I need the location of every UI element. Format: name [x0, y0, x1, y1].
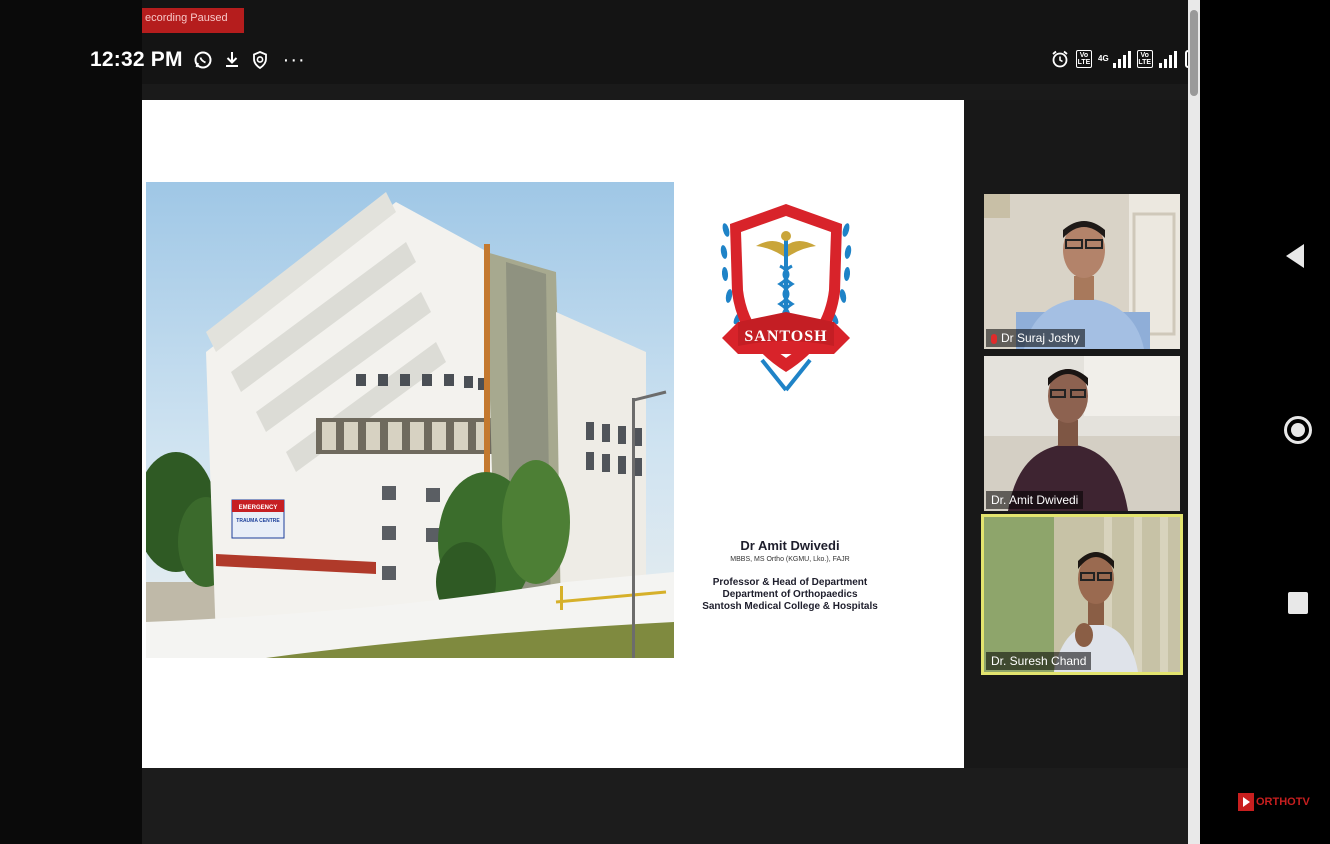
participant-name: Dr. Suresh Chand [991, 654, 1087, 668]
signal-icon [1158, 50, 1177, 68]
participant-name: Dr. Amit Dwivedi [991, 493, 1079, 507]
status-time: 12:32 PM [90, 48, 183, 71]
volte-bottom-text: LTE [1077, 59, 1091, 66]
volte-top-text: Vo [1079, 52, 1089, 59]
hospital-building-image: EMERGENCY TRAUMA CENTRE [146, 182, 674, 658]
signal-4g-icon [1112, 50, 1131, 68]
speaker-qualifications: MBBS, MS Ortho (KGMU, Lko.), FAJR [730, 556, 850, 563]
participant-tile[interactable]: Dr Suraj Joshy [984, 194, 1180, 349]
participant-tiles: Dr Suraj Joshy Dr. Amit Dwivedi Dr. Sure… [964, 100, 1190, 768]
mic-muted-icon [991, 333, 997, 344]
participant-name: Dr Suraj Joshy [1001, 331, 1080, 345]
volte-top-text: Vo [1140, 52, 1149, 59]
whatsapp-icon [193, 50, 213, 70]
volte-bottom-text: LTE [1138, 59, 1152, 66]
emergency-banner-line1: EMERGENCY [239, 505, 278, 511]
participant-name-label: Dr Suraj Joshy [986, 329, 1085, 347]
meeting-top-strip [142, 84, 1190, 100]
volte-icon: Vo LTE [1076, 50, 1092, 68]
speaker-department: Department of Orthopaedics [722, 589, 858, 600]
speaker-credits: Dr Amit Dwivedi MBBS, MS Ortho (KGMU, Lk… [690, 538, 890, 612]
shared-slide: EMERGENCY TRAUMA CENTRE SANTOSH Dr Amit … [142, 100, 964, 768]
download-icon [223, 50, 241, 70]
screen: ecording Paused 12:32 PM ··· Vo LTE 4G V… [0, 0, 1330, 844]
android-nav-bar [1200, 0, 1330, 844]
scrollbar-thumb[interactable] [1190, 10, 1198, 96]
scrollbar-track[interactable] [1188, 0, 1200, 844]
back-icon[interactable] [1286, 244, 1304, 268]
santosh-logo: SANTOSH [716, 200, 856, 400]
recording-paused-badge[interactable]: ecording Paused [142, 8, 244, 33]
volte-icon: Vo LTE [1136, 50, 1153, 68]
speaker-institution: Santosh Medical College & Hospitals [702, 601, 878, 612]
emergency-banner-line2: TRAUMA CENTRE [236, 518, 280, 524]
home-icon[interactable] [1284, 416, 1312, 444]
shield-icon [251, 50, 269, 70]
network-tag: 4G [1098, 54, 1109, 63]
speaker-name: Dr Amit Dwivedi [740, 538, 840, 553]
participant-tile-active-speaker[interactable]: Dr. Suresh Chand [981, 514, 1183, 675]
logo-text: SANTOSH [744, 328, 827, 345]
status-bar-left: 12:32 PM ··· [90, 42, 306, 78]
meeting-bottom-strip [142, 768, 1190, 844]
speaker-title: Professor & Head of Department [712, 577, 868, 588]
watermark-text: ORTHOTV [1256, 796, 1310, 808]
play-logo-icon [1238, 793, 1254, 811]
orthotv-watermark: ORTHOTV [1238, 793, 1310, 811]
alarm-icon [1050, 49, 1070, 69]
meeting-view: ecording Paused 12:32 PM ··· Vo LTE 4G V… [0, 0, 1210, 844]
more-dots-icon: ··· [282, 48, 306, 71]
status-bar-right: Vo LTE 4G Vo LTE 83 [1040, 44, 1210, 74]
participant-tile[interactable]: Dr. Amit Dwivedi [984, 356, 1180, 511]
recent-apps-icon[interactable] [1288, 592, 1308, 614]
screen-edge [0, 0, 142, 844]
participant-name-label: Dr. Suresh Chand [986, 652, 1092, 670]
participant-name-label: Dr. Amit Dwivedi [986, 491, 1084, 509]
